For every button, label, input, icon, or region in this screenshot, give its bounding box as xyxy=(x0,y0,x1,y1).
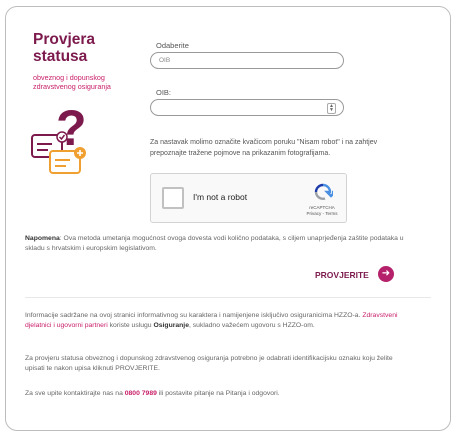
napomena-note: Napomena: Ova metoda umetanja mogućnost … xyxy=(25,234,409,253)
recaptcha-label: I'm not a robot xyxy=(193,192,248,202)
osiguranje-link[interactable]: Osiguranje xyxy=(153,322,189,329)
info-p3-text-a: Za sve upite kontaktirajte nas na xyxy=(25,390,123,397)
id-type-select[interactable]: OIB xyxy=(150,52,344,69)
info-p3-text-b: ili postavite pitanje na Pitanja i odgov… xyxy=(158,390,280,397)
select-label: Odaberite xyxy=(156,41,189,50)
subtitle-line-1: obveznog i dopunskog xyxy=(33,73,105,82)
status-check-card: Provjera statusa obveznog i dopunskog zd… xyxy=(5,6,451,431)
info-p1-text-a: Informacije sadržane na ovoj stranici in… xyxy=(25,312,361,319)
id-type-selected-value: OIB xyxy=(159,57,171,64)
recaptcha-logo-icon xyxy=(314,183,333,200)
phone-number[interactable]: 0800 7989 xyxy=(125,390,157,397)
recaptcha-branding: reCAPTCHA Privacy - Terms xyxy=(301,205,343,217)
subtitle-line-2: zdravstvenog osiguranja xyxy=(33,82,111,91)
oib-input[interactable]: ▲ ▼ xyxy=(150,99,344,116)
recaptcha-widget: I'm not a robot reCAPTCHA Privacy - Term… xyxy=(150,173,347,223)
title-line-1: Provjera xyxy=(33,31,96,48)
info-paragraph-3: Za sve upite kontaktirajte nas na 0800 7… xyxy=(25,389,407,399)
info-paragraph-1: Informacije sadržane na ovoj stranici in… xyxy=(25,311,407,330)
info-p1-text-c: , sukladno važećem ugovoru s HZZO-om. xyxy=(188,321,315,329)
info-paragraph-2: Za provjeru statusa obveznog i dopunskog… xyxy=(25,355,393,372)
section-divider xyxy=(25,297,431,298)
check-button[interactable]: PROVJERITE xyxy=(315,270,369,280)
number-spinner-icon[interactable]: ▲ ▼ xyxy=(327,103,336,114)
page-title: Provjera statusa xyxy=(33,31,95,65)
info-p1-text-b: koriste uslugu xyxy=(109,321,152,329)
robot-instruction: Za nastavak molimo označite kvačicom por… xyxy=(150,139,378,157)
page-subtitle: obveznog i dopunskog zdravstvenog osigur… xyxy=(33,73,111,91)
napomena-heading: Napomena xyxy=(25,235,60,242)
title-line-2: statusa xyxy=(33,48,88,65)
arrow-right-icon[interactable]: ➜ xyxy=(378,266,394,282)
oib-label: OIB: xyxy=(156,88,172,97)
recaptcha-checkbox[interactable] xyxy=(162,187,184,209)
recaptcha-privacy-terms-links[interactable]: Privacy - Terms xyxy=(301,211,343,217)
insurance-card-question-icon: ? xyxy=(31,101,87,174)
napomena-text: : Ova metoda umetanja mogućnost ovoga do… xyxy=(25,235,404,252)
